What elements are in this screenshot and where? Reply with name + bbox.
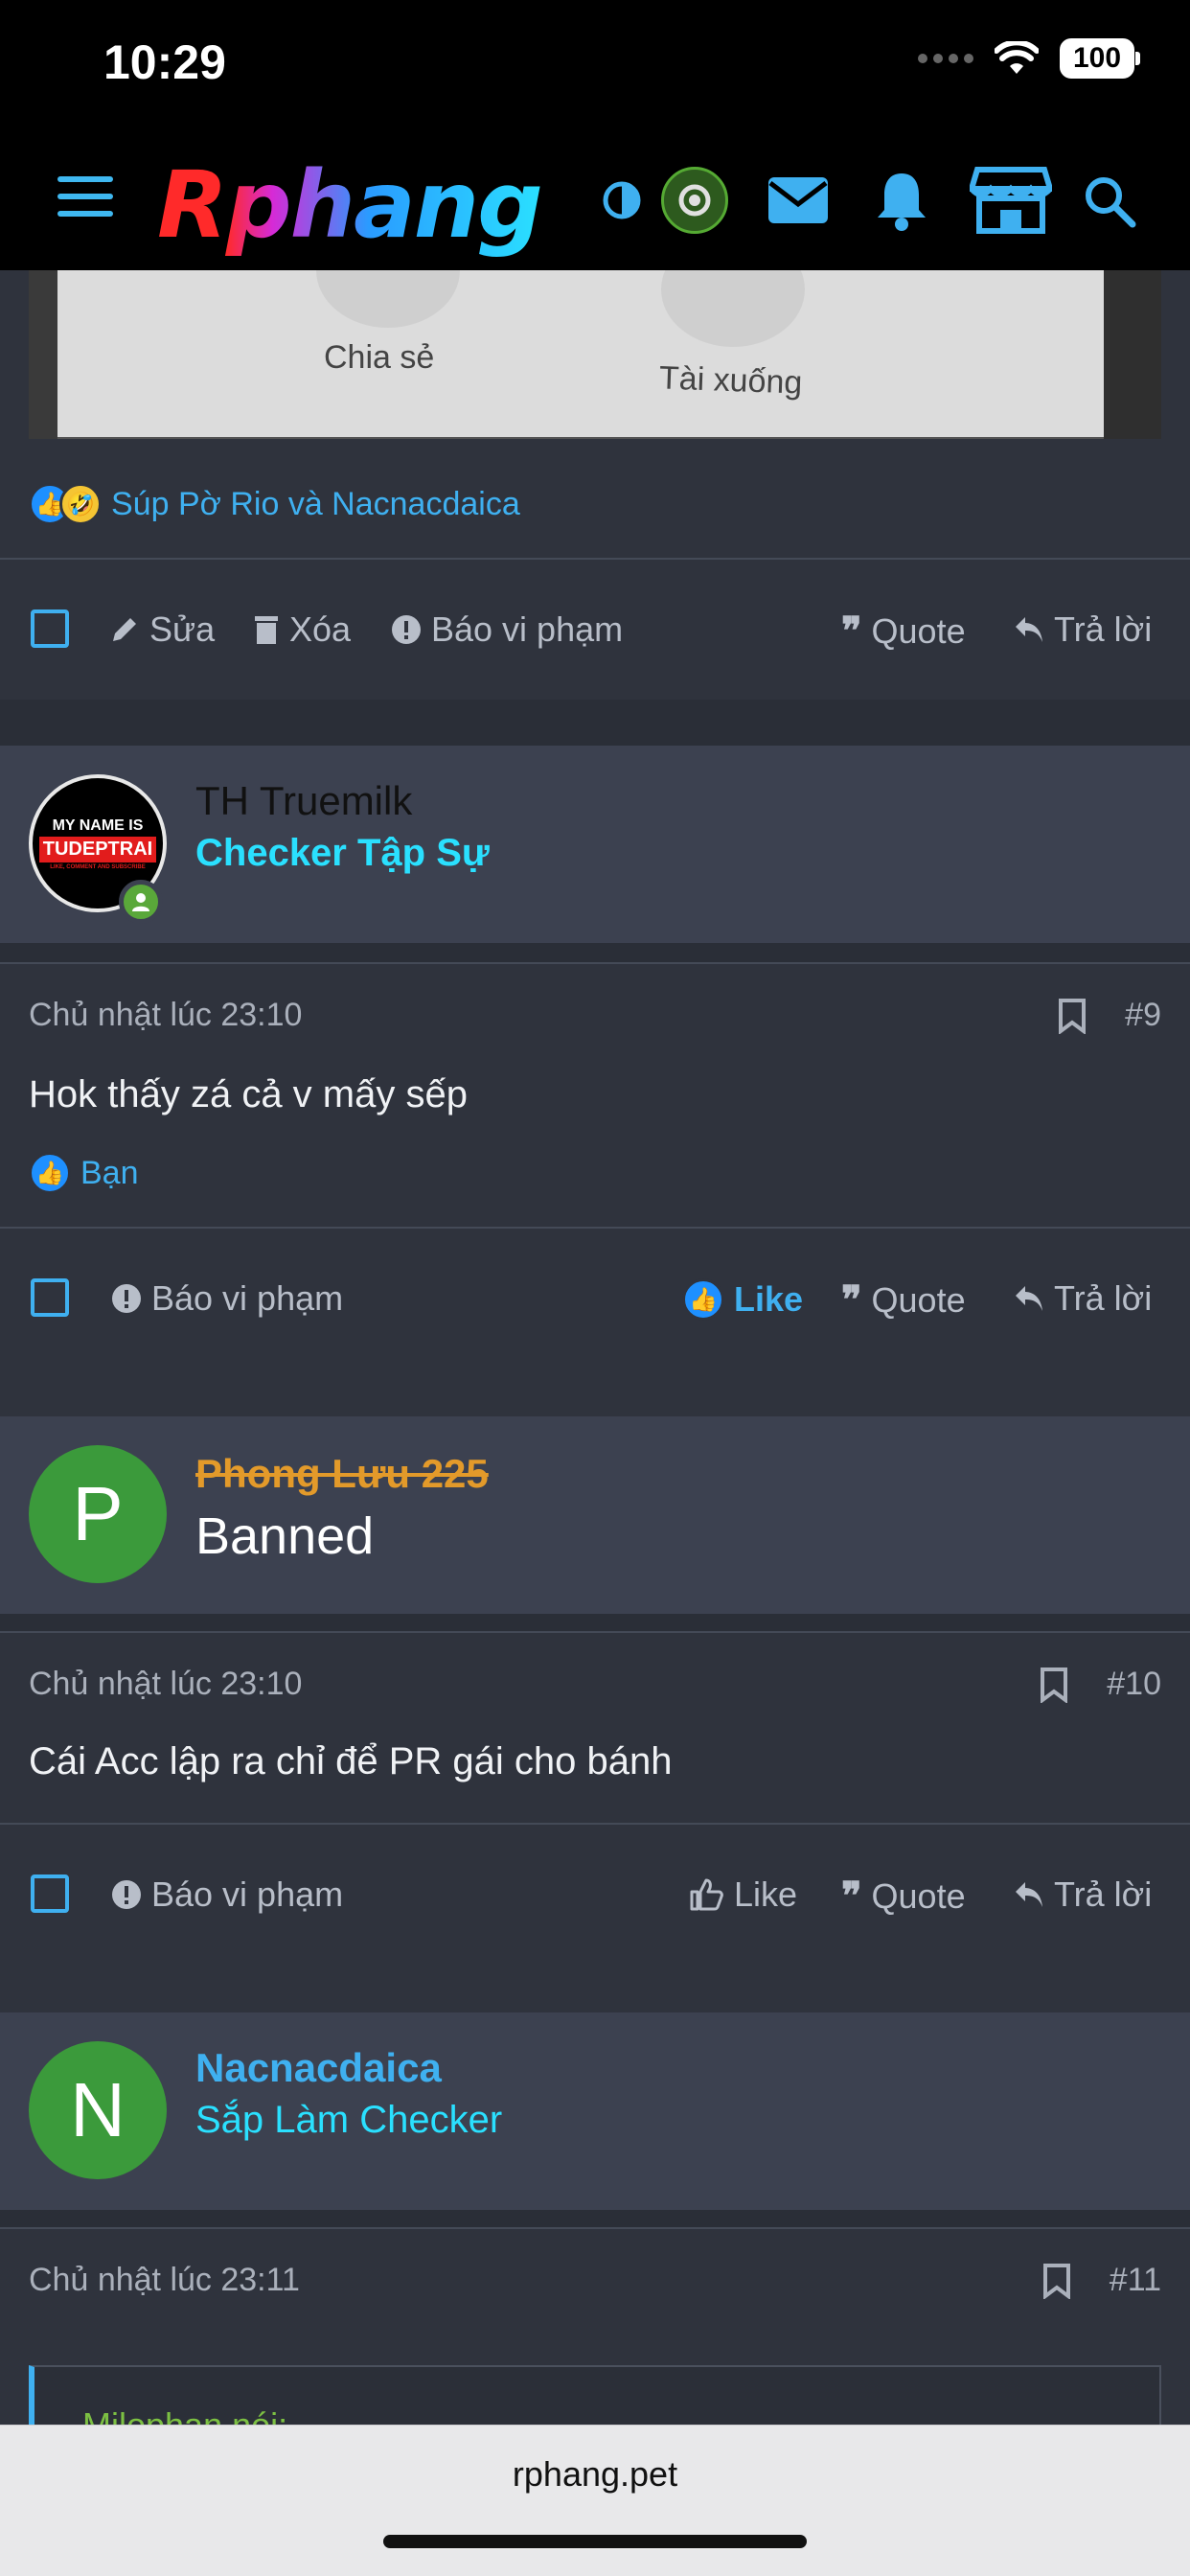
url-display[interactable]: rphang.pet xyxy=(0,2454,1190,2495)
reaction-summary[interactable]: 👍 🤣 Súp Pờ Rio và Nacnacdaica xyxy=(29,483,520,525)
quote-button[interactable]: ❞ Quote xyxy=(841,610,966,654)
select-checkbox[interactable] xyxy=(31,1278,69,1317)
store-icon[interactable] xyxy=(970,167,1052,234)
status-time: 10:29 xyxy=(103,35,226,89)
post-timestamp[interactable]: Chủ nhật lúc 23:10 xyxy=(29,997,302,1033)
status-bar: 10:29 100 xyxy=(0,0,1190,134)
reply-button[interactable]: Trả lời xyxy=(1014,1278,1152,1319)
alert-icon xyxy=(112,1284,141,1313)
avatar[interactable]: N xyxy=(29,2041,167,2179)
like-button[interactable]: Like xyxy=(688,1874,797,1915)
haha-reaction-icon: 🤣 xyxy=(59,483,102,525)
status-indicators: 100 xyxy=(918,38,1140,79)
like-reaction-icon: 👍 xyxy=(29,1152,71,1194)
reply-icon xyxy=(1016,1882,1042,1907)
site-logo[interactable]: Rphang xyxy=(157,151,543,259)
image-caption-download: Tài xuống xyxy=(658,359,803,402)
post-actions: Báo vi phạm Like ❞ Quote Trả lời xyxy=(0,1853,1190,1940)
user-title: Banned xyxy=(195,1507,375,1565)
post-meta: Chủ nhật lúc 23:10 #9 xyxy=(29,997,1161,1034)
post-actions: Báo vi phạm 👍 Like ❞ Quote Trả lời xyxy=(0,1257,1190,1344)
reaction-users[interactable]: Bạn xyxy=(80,1155,139,1192)
report-button[interactable]: Báo vi phạm xyxy=(111,1874,343,1915)
theme-toggle-icon[interactable] xyxy=(602,167,642,234)
menu-icon[interactable] xyxy=(57,176,113,218)
avatar-text-line-1: MY NAME IS xyxy=(52,816,144,834)
quote-block: Milophan nói: xyxy=(29,2365,1161,2425)
cellular-signal-icon xyxy=(918,54,973,63)
post-author[interactable]: Phong Lưu 225 xyxy=(195,1451,489,1497)
post-meta: Chủ nhật lúc 23:11 #11 xyxy=(29,2262,1161,2299)
battery-icon: 100 xyxy=(1060,38,1140,79)
post-timestamp[interactable]: Chủ nhật lúc 23:10 xyxy=(29,1666,302,1702)
mail-icon[interactable] xyxy=(767,167,830,234)
pencil-icon xyxy=(113,618,136,641)
avatar[interactable]: P xyxy=(29,1445,167,1583)
post-11-author-block xyxy=(0,2012,1190,2210)
post-number[interactable]: #9 xyxy=(1125,997,1161,1034)
post-meta: Chủ nhật lúc 23:10 #10 xyxy=(29,1666,1161,1703)
post-author[interactable]: Nacnacdaica xyxy=(195,2045,442,2091)
like-button[interactable]: 👍 Like xyxy=(682,1278,803,1321)
quote-button[interactable]: ❞ Quote xyxy=(841,1278,966,1322)
post-9-author-block xyxy=(0,746,1190,943)
search-icon[interactable] xyxy=(1081,167,1136,234)
bookmark-icon[interactable] xyxy=(1058,998,1087,1034)
reaction-summary[interactable]: 👍 Bạn xyxy=(29,1152,139,1194)
reply-icon xyxy=(1016,617,1042,642)
post-9-body xyxy=(0,964,1190,1451)
browser-address-bar: rphang.pet xyxy=(0,2425,1190,2576)
post-timestamp[interactable]: Chủ nhật lúc 23:11 xyxy=(29,2262,300,2298)
post-body-text: Hok thấy zá cả v mấy sếp xyxy=(29,1073,468,1116)
wifi-icon xyxy=(995,41,1039,74)
quote-icon: ❞ xyxy=(841,610,862,653)
reply-icon xyxy=(1016,1286,1042,1311)
post-attachment-image[interactable]: Chia sẻ Tài xuống xyxy=(29,270,1161,439)
user-avatar[interactable] xyxy=(661,167,728,234)
post-actions: Sửa Xóa Báo vi phạm ❞ Quote Trả lời xyxy=(0,588,1190,675)
quote-icon: ❞ xyxy=(841,1279,862,1322)
alert-icon xyxy=(392,615,421,644)
like-icon: 👍 xyxy=(682,1278,724,1321)
select-checkbox[interactable] xyxy=(31,610,69,648)
quote-icon: ❞ xyxy=(841,1875,862,1918)
avatar-text-line-2: TUDEPTRAI xyxy=(38,836,157,862)
report-button[interactable]: Báo vi phạm xyxy=(391,610,623,650)
online-status-icon xyxy=(119,880,163,924)
post-number[interactable]: #11 xyxy=(1110,2262,1161,2299)
trash-icon xyxy=(255,616,278,644)
post-body-text: Cái Acc lập ra chỉ để PR gái cho bánh xyxy=(29,1740,673,1782)
reply-button[interactable]: Trả lời xyxy=(1014,1874,1152,1915)
delete-button[interactable]: Xóa xyxy=(253,610,351,650)
avatar-text-line-3: LIKE, COMMENT AND SUBSCRIBE xyxy=(50,863,146,870)
alert-icon xyxy=(112,1880,141,1909)
thread-content: Chia sẻ Tài xuống 👍 🤣 Súp Pờ Rio và Nacn… xyxy=(0,270,1190,2425)
post-author[interactable]: TH Truemilk xyxy=(195,778,412,824)
select-checkbox[interactable] xyxy=(31,1874,69,1913)
image-caption-share: Chia sẻ xyxy=(324,339,435,376)
bookmark-icon[interactable] xyxy=(1042,2263,1071,2299)
user-title: Sắp Làm Checker xyxy=(195,2099,503,2141)
quote-button[interactable]: ❞ Quote xyxy=(841,1874,966,1919)
post-10-author-block xyxy=(0,1416,1190,1614)
user-title: Checker Tập Sự xyxy=(195,832,490,874)
bookmark-icon[interactable] xyxy=(1040,1667,1068,1703)
thumbs-up-icon xyxy=(690,1878,723,1911)
quote-attribution[interactable]: Milophan nói: xyxy=(82,2405,287,2425)
bell-icon[interactable] xyxy=(874,167,929,234)
home-indicator[interactable] xyxy=(383,2535,807,2548)
reply-button[interactable]: Trả lời xyxy=(1014,610,1152,650)
reaction-users[interactable]: Súp Pờ Rio và Nacnacdaica xyxy=(111,486,520,523)
post-number[interactable]: #10 xyxy=(1107,1666,1161,1703)
report-button[interactable]: Báo vi phạm xyxy=(111,1278,343,1319)
edit-button[interactable]: Sửa xyxy=(109,610,215,650)
app-header: Rphang xyxy=(0,134,1190,270)
